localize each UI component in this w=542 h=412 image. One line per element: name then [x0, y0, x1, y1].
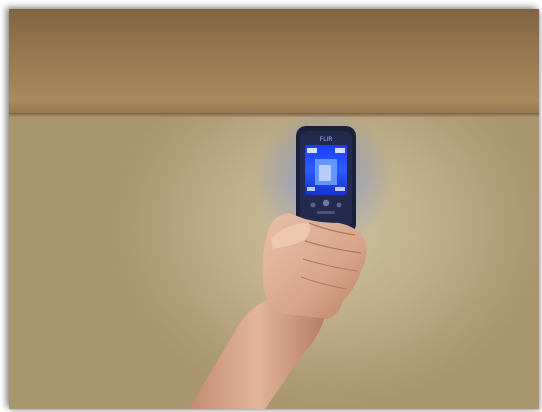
thermal-camera: FLIR — [296, 126, 356, 234]
camera-button-right — [336, 202, 342, 208]
hand-with-thermal-camera: FLIR — [189, 109, 394, 409]
screen-readout-right — [335, 148, 345, 153]
photo-frame: FLIR — [9, 9, 539, 409]
screen-readout-left — [307, 148, 317, 153]
camera-button-left — [310, 202, 316, 208]
brand-logo: FLIR — [320, 136, 333, 143]
camera-button-center — [322, 199, 330, 207]
hand — [262, 213, 367, 319]
